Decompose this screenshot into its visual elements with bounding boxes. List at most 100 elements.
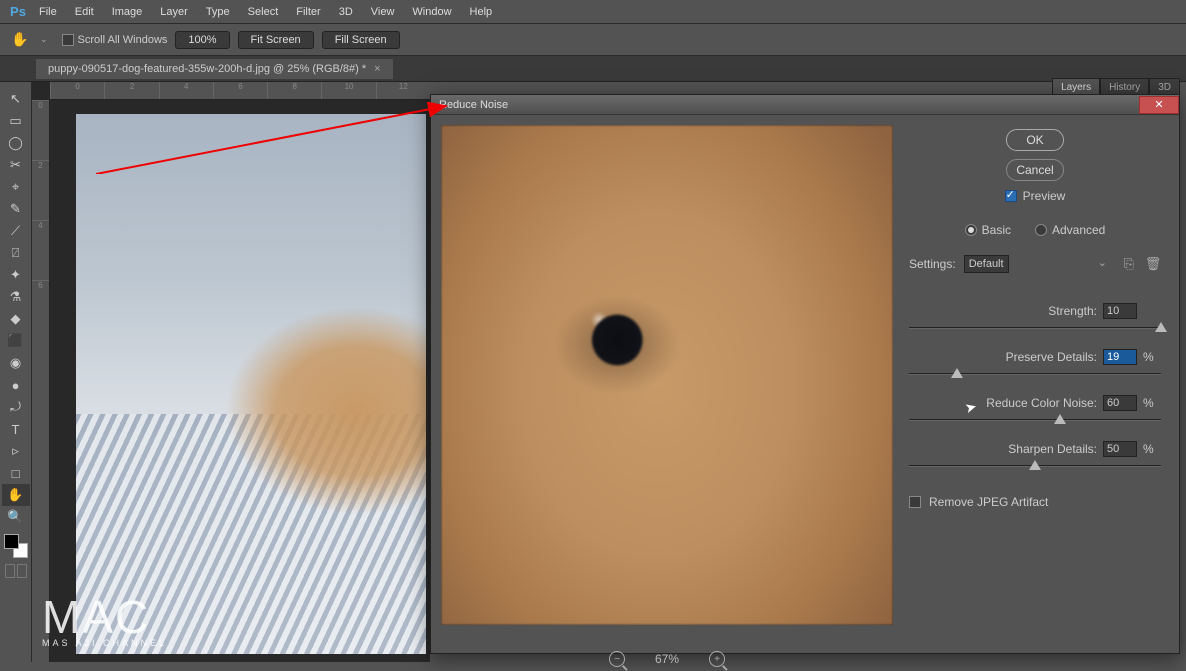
shape-tool[interactable]: □ bbox=[2, 462, 30, 484]
document-tab-bar: puppy-090517-dog-featured-355w-200h-d.jp… bbox=[0, 56, 1186, 82]
blur-tool[interactable]: ◉ bbox=[2, 352, 30, 374]
strength-label: Strength: bbox=[1048, 304, 1097, 318]
dodge-tool[interactable]: ● bbox=[2, 374, 30, 396]
eraser-tool[interactable]: ◆ bbox=[2, 308, 30, 330]
dialog-preview-image[interactable] bbox=[441, 125, 893, 625]
fill-screen-button[interactable]: Fill Screen bbox=[322, 31, 400, 49]
document-image[interactable] bbox=[76, 114, 426, 654]
foreground-color-swatch[interactable] bbox=[4, 534, 19, 549]
strength-slider[interactable] bbox=[909, 321, 1161, 335]
sharpen-details-row: Sharpen Details: % bbox=[909, 441, 1161, 473]
dialog-titlebar[interactable]: Reduce Noise ✕ bbox=[431, 95, 1179, 115]
healing-tool[interactable]: ⟋ bbox=[2, 220, 30, 242]
menu-help[interactable]: Help bbox=[461, 3, 502, 21]
ruler-horizontal: 024681012 bbox=[50, 82, 430, 100]
reduce-color-noise-slider[interactable] bbox=[909, 413, 1161, 427]
fit-screen-button[interactable]: Fit Screen bbox=[238, 31, 314, 49]
screen-mode[interactable] bbox=[5, 564, 27, 578]
ok-button[interactable]: OK bbox=[1006, 129, 1064, 151]
cancel-button[interactable]: Cancel bbox=[1006, 159, 1064, 181]
pen-tool[interactable]: ⤾ bbox=[2, 396, 30, 418]
remove-jpeg-label: Remove JPEG Artifact bbox=[929, 495, 1048, 509]
mode-radios: Basic Advanced bbox=[909, 223, 1161, 237]
zoom-out-icon[interactable] bbox=[609, 651, 625, 667]
basic-radio[interactable]: Basic bbox=[965, 223, 1011, 237]
stamp-tool[interactable]: ✦ bbox=[2, 264, 30, 286]
move-tool[interactable]: ↖ bbox=[2, 88, 30, 110]
menu-file[interactable]: File bbox=[30, 3, 66, 21]
save-preset-icon[interactable]: ⎘ bbox=[1121, 257, 1137, 271]
ruler-vertical: 0246 bbox=[32, 100, 50, 662]
watermark-big: MAC bbox=[42, 599, 167, 636]
menu-layer[interactable]: Layer bbox=[151, 3, 197, 21]
dialog-title: Reduce Noise bbox=[439, 99, 508, 111]
zoom-tool[interactable]: 🔍 bbox=[2, 506, 30, 528]
menu-view[interactable]: View bbox=[362, 3, 404, 21]
menu-select[interactable]: Select bbox=[239, 3, 288, 21]
sharpen-details-label: Sharpen Details: bbox=[1008, 442, 1097, 456]
watermark: MAC MAS AJI CHANNEL bbox=[42, 599, 167, 648]
menu-image[interactable]: Image bbox=[103, 3, 152, 21]
preserve-details-row: Preserve Details: % bbox=[909, 349, 1161, 381]
path-select-tool[interactable]: ▹ bbox=[2, 440, 30, 462]
document-tab-title: puppy-090517-dog-featured-355w-200h-d.jp… bbox=[48, 63, 366, 75]
reduce-noise-dialog: Reduce Noise ✕ 67% OK Cancel Preview bbox=[430, 94, 1180, 654]
radio-on-icon bbox=[965, 224, 977, 236]
preview-label: Preview bbox=[1023, 189, 1066, 203]
lasso-tool[interactable]: ◯ bbox=[2, 132, 30, 154]
delete-preset-icon[interactable]: 🗑 bbox=[1145, 257, 1161, 271]
checkbox-icon bbox=[62, 34, 74, 46]
document-tab[interactable]: puppy-090517-dog-featured-355w-200h-d.jp… bbox=[36, 59, 393, 79]
preserve-details-slider[interactable] bbox=[909, 367, 1161, 381]
hand-tool[interactable]: ✋ bbox=[2, 484, 30, 506]
options-bar: ✋ ⌄ Scroll All Windows 100% Fit Screen F… bbox=[0, 24, 1186, 56]
checkbox-checked-icon bbox=[1005, 190, 1017, 202]
settings-row: Settings: Default ⎘ 🗑 bbox=[909, 255, 1161, 273]
gradient-tool[interactable]: ⬛ bbox=[2, 330, 30, 352]
type-tool[interactable]: T bbox=[2, 418, 30, 440]
crop-tool[interactable]: ⌖ bbox=[2, 176, 30, 198]
scroll-all-windows-checkbox[interactable]: Scroll All Windows bbox=[62, 34, 168, 46]
zoom-100-button[interactable]: 100% bbox=[175, 31, 229, 49]
dialog-controls: OK Cancel Preview Basic Advanced Setting… bbox=[905, 125, 1169, 643]
settings-select[interactable]: Default bbox=[964, 255, 1009, 273]
preserve-details-input[interactable] bbox=[1103, 349, 1137, 365]
image-content bbox=[76, 114, 426, 654]
tool-preset-dropdown[interactable]: ⌄ bbox=[40, 34, 48, 45]
hand-tool-icon[interactable]: ✋ bbox=[10, 31, 30, 49]
menu-window[interactable]: Window bbox=[403, 3, 460, 21]
reduce-color-noise-input[interactable] bbox=[1103, 395, 1137, 411]
radio-off-icon bbox=[1035, 224, 1047, 236]
strength-input[interactable] bbox=[1103, 303, 1137, 319]
watermark-small: MAS AJI CHANNEL bbox=[42, 638, 167, 648]
preserve-details-unit: % bbox=[1143, 350, 1157, 364]
color-swatch[interactable] bbox=[4, 534, 28, 558]
quick-select-tool[interactable]: ✂ bbox=[2, 154, 30, 176]
dialog-close-button[interactable]: ✕ bbox=[1139, 96, 1179, 114]
preview-content bbox=[441, 125, 893, 625]
menu-edit[interactable]: Edit bbox=[66, 3, 103, 21]
preview-zoom-bar: 67% bbox=[441, 647, 893, 671]
zoom-level: 67% bbox=[655, 652, 679, 666]
remove-jpeg-artifact-checkbox[interactable]: Remove JPEG Artifact bbox=[909, 495, 1161, 509]
close-tab-icon[interactable]: × bbox=[374, 63, 380, 75]
canvas-area: 024681012 0246 bbox=[32, 82, 430, 662]
eyedropper-tool[interactable]: ✎ bbox=[2, 198, 30, 220]
app-logo: Ps bbox=[6, 4, 30, 20]
menu-3d[interactable]: 3D bbox=[330, 3, 362, 21]
advanced-radio[interactable]: Advanced bbox=[1035, 223, 1105, 237]
brush-tool[interactable]: ⍁ bbox=[2, 242, 30, 264]
sharpen-details-slider[interactable] bbox=[909, 459, 1161, 473]
menu-bar: Ps File Edit Image Layer Type Select Fil… bbox=[0, 0, 1186, 24]
preserve-details-label: Preserve Details: bbox=[1006, 350, 1097, 364]
menu-filter[interactable]: Filter bbox=[287, 3, 329, 21]
zoom-in-icon[interactable] bbox=[709, 651, 725, 667]
sharpen-details-input[interactable] bbox=[1103, 441, 1137, 457]
preview-checkbox[interactable]: Preview bbox=[1005, 189, 1066, 203]
menu-type[interactable]: Type bbox=[197, 3, 239, 21]
checkbox-icon bbox=[909, 496, 921, 508]
marquee-tool[interactable]: ▭ bbox=[2, 110, 30, 132]
history-brush-tool[interactable]: ⚗ bbox=[2, 286, 30, 308]
sharpen-details-unit: % bbox=[1143, 442, 1157, 456]
settings-label: Settings: bbox=[909, 257, 956, 271]
